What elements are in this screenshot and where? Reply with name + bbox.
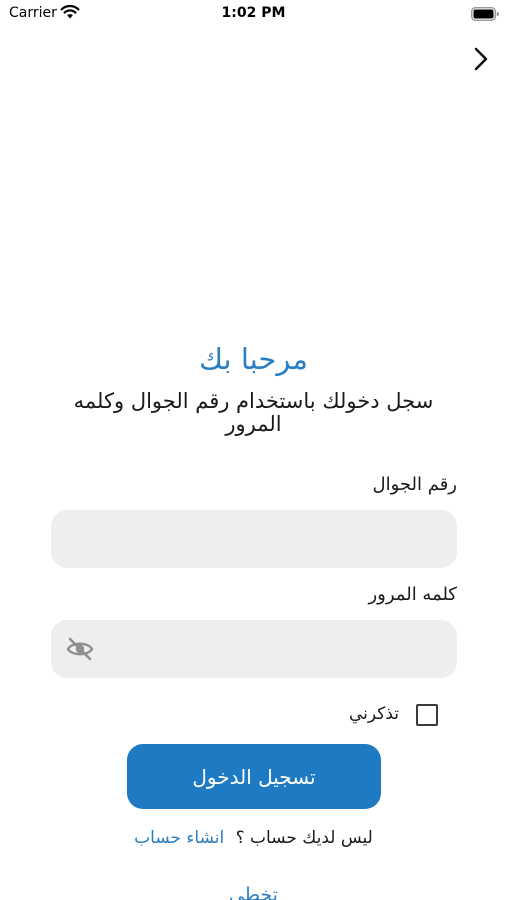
login-screen: Carrier 1:02 PM مرحبا بك سجل دخولك باستخ…: [0, 0, 507, 900]
password-input[interactable]: [51, 620, 457, 678]
status-time: 1:02 PM: [221, 5, 286, 21]
login-button[interactable]: تسجيل الدخول: [127, 744, 381, 809]
battery-icon: [471, 6, 499, 25]
status-bar: Carrier 1:02 PM: [0, 0, 507, 30]
create-account-link[interactable]: انشاء حساب: [134, 828, 224, 848]
welcome-subtitle: سجل دخولك باستخدام رقم الجوال وكلمه المر…: [73, 389, 434, 436]
remember-me-label: تذكرني: [348, 704, 399, 724]
skip-link[interactable]: تخطي: [0, 884, 507, 900]
password-label: كلمه المرور: [368, 584, 457, 605]
chevron-right-icon: [474, 47, 488, 71]
remember-me-checkbox[interactable]: [416, 704, 438, 726]
phone-label: رقم الجوال: [372, 474, 457, 495]
signup-row: ليس لديك حساب ؟ انشاء حساب: [0, 828, 507, 848]
next-button[interactable]: [466, 44, 496, 74]
no-account-text: ليس لديك حساب ؟: [235, 828, 373, 848]
phone-input[interactable]: [51, 510, 457, 568]
welcome-title: مرحبا بك: [199, 342, 308, 376]
eye-slash-icon[interactable]: [66, 636, 94, 662]
